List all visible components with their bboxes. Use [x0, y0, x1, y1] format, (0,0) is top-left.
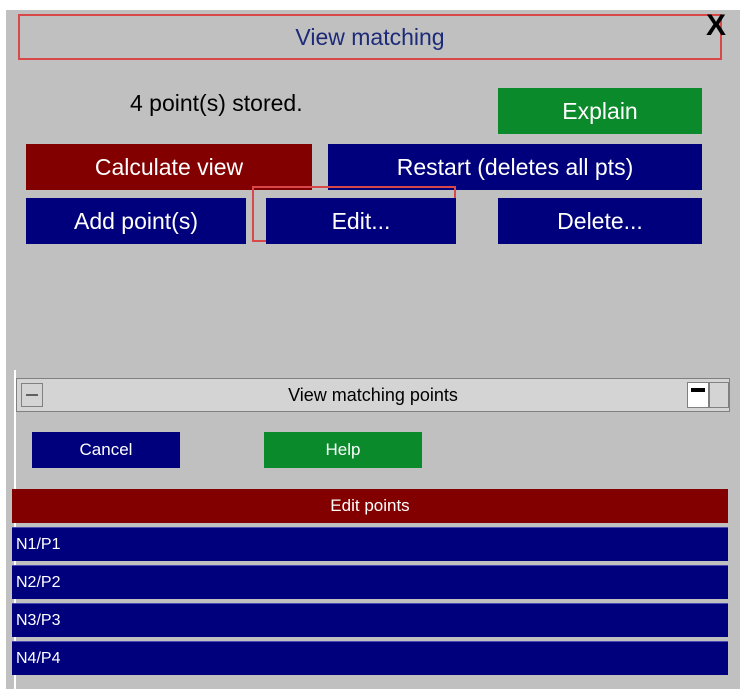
delete-button[interactable]: Delete... — [498, 198, 702, 244]
minimize-icon[interactable] — [687, 382, 709, 408]
list-item-n3-p3[interactable]: N3/P3 — [12, 603, 728, 637]
points-stored-status: 4 point(s) stored. — [130, 90, 303, 116]
list-item-n4-p4[interactable]: N4/P4 — [12, 641, 728, 675]
subwindow-title-bar: View matching points — [16, 378, 730, 412]
window-title: View matching — [18, 14, 722, 60]
subwindow-title: View matching points — [288, 384, 458, 405]
add-points-button[interactable]: Add point(s) — [26, 198, 246, 244]
restart-button[interactable]: Restart (deletes all pts) — [328, 144, 702, 190]
help-button[interactable]: Help — [264, 432, 422, 468]
window-menu-icon[interactable] — [21, 383, 43, 407]
calculate-view-button[interactable]: Calculate view — [26, 144, 312, 190]
explain-button[interactable]: Explain — [498, 88, 702, 134]
edit-button[interactable]: Edit... — [266, 198, 456, 244]
list-item-n1-p1[interactable]: N1/P1 — [12, 527, 728, 561]
edit-points-header: Edit points — [12, 489, 728, 523]
maximize-icon[interactable] — [709, 382, 729, 408]
window-title-label: View matching — [295, 23, 445, 50]
cancel-button[interactable]: Cancel — [32, 432, 180, 468]
close-icon[interactable]: X — [704, 10, 728, 42]
list-item-n2-p2[interactable]: N2/P2 — [12, 565, 728, 599]
